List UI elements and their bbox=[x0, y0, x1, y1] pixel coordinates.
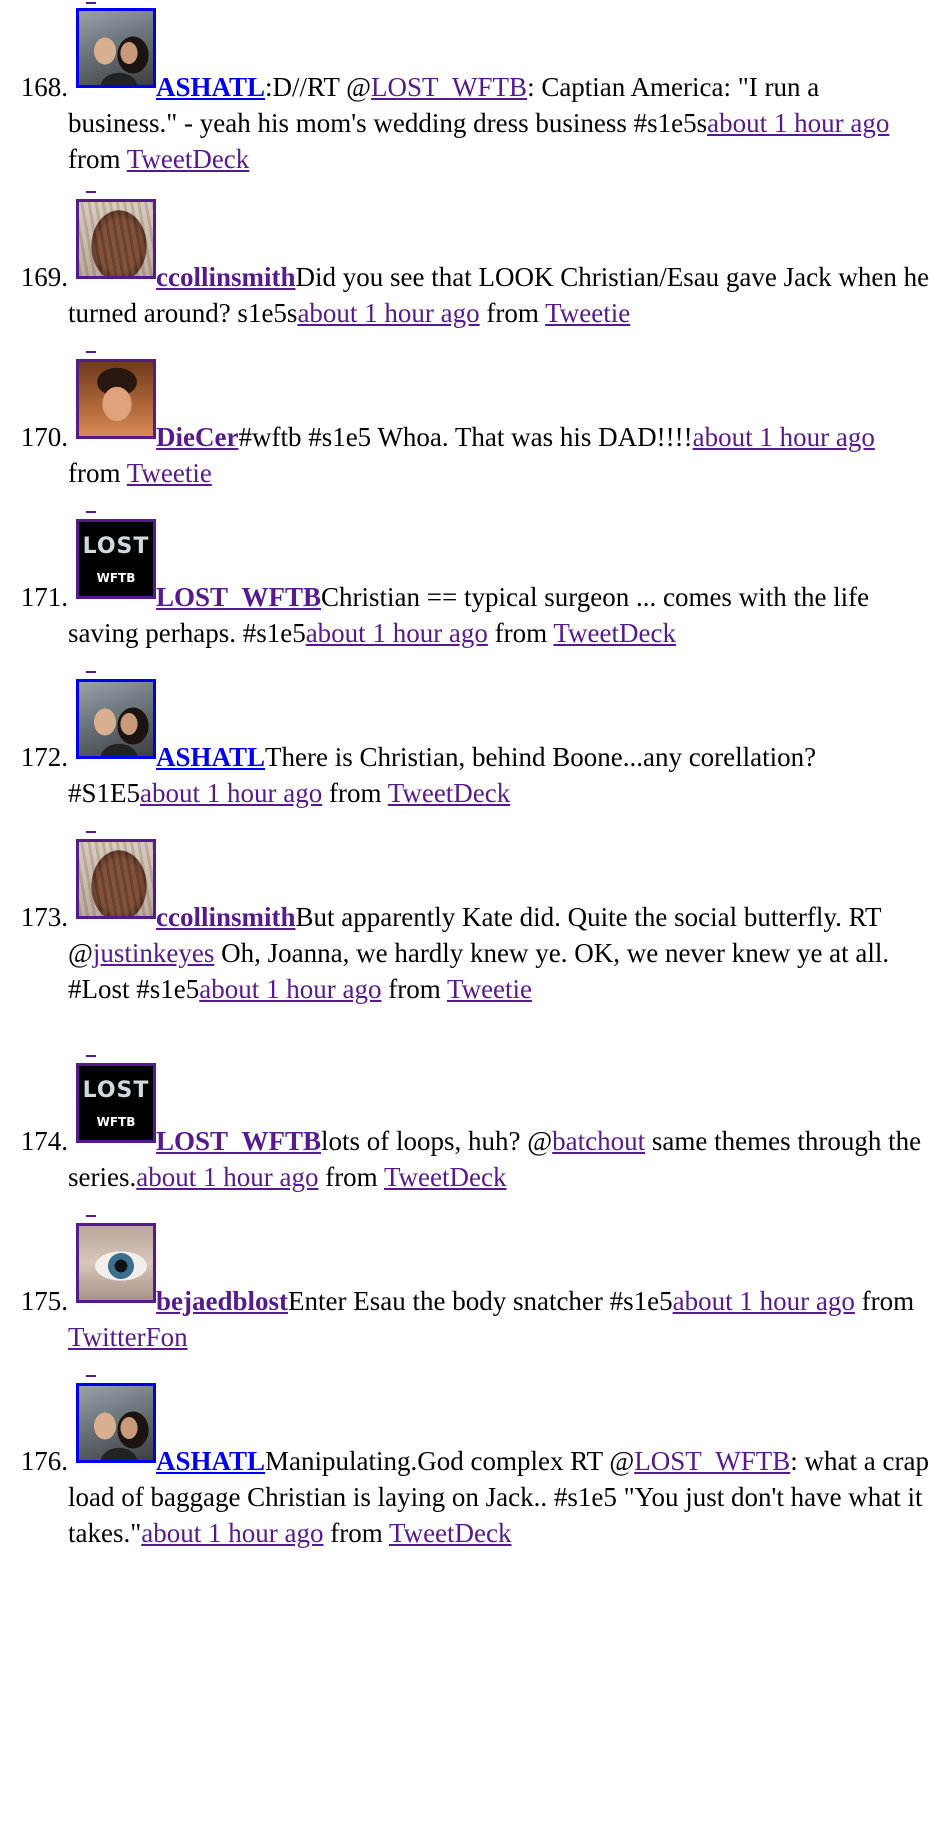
timestamp-link[interactable]: about 1 hour ago bbox=[673, 1286, 855, 1316]
timestamp-link[interactable]: about 1 hour ago bbox=[136, 1162, 318, 1192]
username-link[interactable]: ASHATL bbox=[156, 1446, 265, 1476]
source-client-link[interactable]: Tweetie bbox=[545, 298, 630, 328]
tweet-number: 174. bbox=[20, 1126, 68, 1156]
tweet-text: ccollinsmithBut apparently Kate did. Qui… bbox=[68, 899, 933, 1007]
avatar-anchor-link[interactable] bbox=[86, 1375, 96, 1377]
avatar-anchor-link[interactable] bbox=[86, 831, 96, 833]
username-link[interactable]: LOST_WFTB bbox=[156, 582, 321, 612]
tweet-text: DieCer#wftb #s1e5 Whoa. That was his DAD… bbox=[68, 419, 933, 491]
tweet-number: 171. bbox=[20, 582, 68, 612]
tweet-body-text: Manipulating.God complex RT @ bbox=[265, 1446, 635, 1476]
timestamp-link[interactable]: about 1 hour ago bbox=[297, 298, 479, 328]
tweet-text: ccollinsmithDid you see that LOOK Christ… bbox=[68, 259, 933, 331]
timestamp-link[interactable]: about 1 hour ago bbox=[141, 1518, 323, 1548]
username-link[interactable]: ASHATL bbox=[156, 72, 265, 102]
mention-link[interactable]: LOST_WFTB bbox=[371, 72, 527, 102]
avatar-anchor-link[interactable] bbox=[86, 191, 96, 193]
timestamp-link[interactable]: about 1 hour ago bbox=[707, 108, 889, 138]
lost-logo-text: LOST bbox=[82, 534, 150, 559]
username-link[interactable]: DieCer bbox=[156, 422, 238, 452]
tweet-text: ASHATLManipulating.God complex RT @LOST_… bbox=[68, 1443, 933, 1551]
tweet-body-text: from bbox=[479, 298, 546, 328]
tweet-body-text: from bbox=[318, 1162, 384, 1192]
tweet-number: 173. bbox=[20, 902, 68, 932]
tweet-body-text: from bbox=[322, 778, 388, 808]
timestamp-link[interactable]: about 1 hour ago bbox=[693, 422, 875, 452]
username-link[interactable]: LOST_WFTB bbox=[156, 1126, 321, 1156]
mention-link[interactable]: batchout bbox=[552, 1126, 645, 1156]
tweet-body-text: from bbox=[68, 144, 127, 174]
avatar-anchor-link[interactable] bbox=[86, 1215, 96, 1217]
source-client-link[interactable]: TweetDeck bbox=[384, 1162, 507, 1192]
tweet-body-text: lots of loops, huh? @ bbox=[321, 1126, 553, 1156]
tweet-text: LOST_WFTBlots of loops, huh? @batchout s… bbox=[68, 1123, 933, 1195]
tweet-body-text: from bbox=[68, 458, 127, 488]
username-link[interactable]: ccollinsmith bbox=[156, 262, 296, 292]
timestamp-link[interactable]: about 1 hour ago bbox=[306, 618, 488, 648]
mention-link[interactable]: LOST_WFTB bbox=[634, 1446, 790, 1476]
source-client-link[interactable]: TweetDeck bbox=[127, 144, 250, 174]
tweet-number: 176. bbox=[20, 1446, 68, 1476]
tweet-number: 169. bbox=[20, 262, 68, 292]
username-link[interactable]: bejaedblost bbox=[156, 1286, 288, 1316]
tweet-body-text: from bbox=[854, 1286, 915, 1316]
tweet-number: 168. bbox=[20, 72, 68, 102]
timestamp-link[interactable]: about 1 hour ago bbox=[140, 778, 322, 808]
avatar-anchor-link[interactable] bbox=[86, 2, 96, 4]
tweet-body-text: Enter Esau the body snatcher #s1e5 bbox=[288, 1286, 673, 1316]
tweet-body-text: from bbox=[323, 1518, 389, 1548]
tweet-number: 172. bbox=[20, 742, 68, 772]
avatar-anchor-link[interactable] bbox=[86, 511, 96, 513]
avatar-anchor-link[interactable] bbox=[86, 351, 96, 353]
source-client-link[interactable]: TwitterFon bbox=[68, 1322, 188, 1352]
tweet-text: ASHATLThere is Christian, behind Boone..… bbox=[68, 739, 933, 811]
avatar-anchor-link[interactable] bbox=[86, 671, 96, 673]
tweet-text: LOST_WFTBChristian == typical surgeon ..… bbox=[68, 579, 933, 651]
tweet-body-text: from bbox=[381, 974, 447, 1004]
tweet-text: ASHATL:D//RT @LOST_WFTB: Captian America… bbox=[68, 69, 933, 177]
lost-logo-text: LOST bbox=[82, 1078, 150, 1103]
source-client-link[interactable]: TweetDeck bbox=[553, 618, 676, 648]
source-client-link[interactable]: Tweetie bbox=[127, 458, 212, 488]
username-link[interactable]: ccollinsmith bbox=[156, 902, 296, 932]
tweet-body-text: :D//RT @ bbox=[265, 72, 372, 102]
source-client-link[interactable]: Tweetie bbox=[447, 974, 532, 1004]
tweet-number: 170. bbox=[20, 422, 68, 452]
timestamp-link[interactable]: about 1 hour ago bbox=[199, 974, 381, 1004]
tweet-text: bejaedblostEnter Esau the body snatcher … bbox=[68, 1283, 933, 1355]
source-client-link[interactable]: TweetDeck bbox=[388, 778, 511, 808]
tweet-number: 175. bbox=[20, 1286, 68, 1316]
username-link[interactable]: ASHATL bbox=[156, 742, 265, 772]
tweet-body-text: from bbox=[487, 618, 554, 648]
source-client-link[interactable]: TweetDeck bbox=[389, 1518, 512, 1548]
avatar-anchor-link[interactable] bbox=[86, 1055, 96, 1057]
tweet-body-text: #wftb #s1e5 Whoa. That was his DAD!!!! bbox=[238, 422, 693, 452]
mention-link[interactable]: justinkeyes bbox=[93, 938, 215, 968]
